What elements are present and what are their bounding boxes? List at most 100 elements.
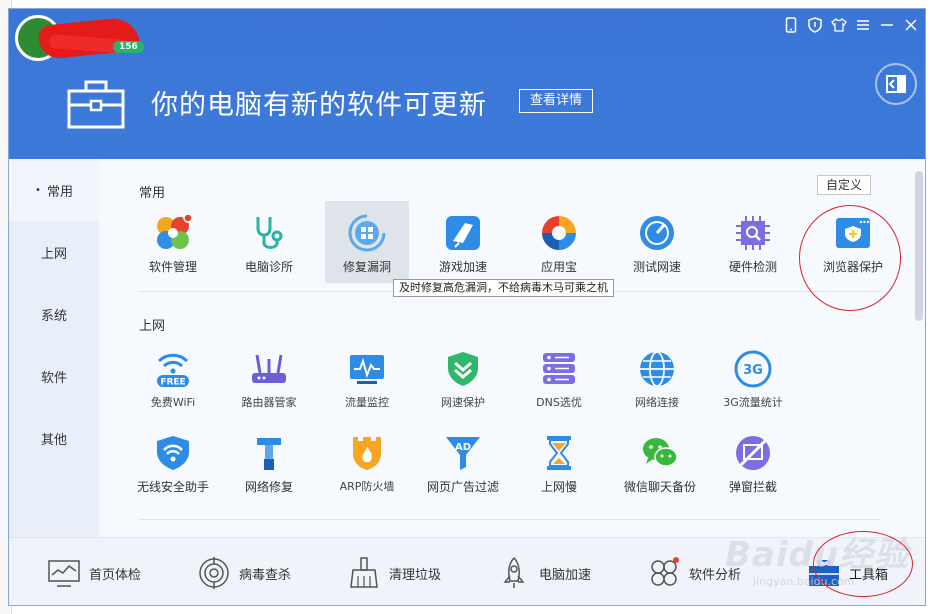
app-store-icon (542, 216, 576, 250)
tool-game-boost[interactable]: 游戏加速 (421, 201, 505, 283)
traffic-monitor-icon (350, 355, 384, 384)
tool-label: 流量监控 (345, 396, 389, 409)
ad-badge: AD (455, 442, 471, 453)
bottom-nav-label: 首页体检 (89, 567, 142, 583)
panel-exit-icon (886, 75, 906, 93)
tool-pc-clinic[interactable]: 电脑诊所 (227, 201, 311, 283)
highlight-circle-browser-protection (799, 205, 901, 311)
tool-label: 3G流量统计 (723, 396, 783, 409)
sidebar-item-software[interactable]: 软件 (9, 345, 99, 407)
tool-arp-firewall[interactable]: ARP防火墙 (325, 421, 409, 503)
tool-label: 修复漏洞 (342, 260, 391, 274)
skin-shirt-icon[interactable] (829, 15, 849, 35)
sidebar-item-system[interactable]: 系统 (9, 283, 99, 345)
tool-label: 网络修复 (244, 480, 293, 494)
tool-label: 微信聊天备份 (623, 480, 696, 494)
tool-label: 弹窗拦截 (728, 480, 777, 494)
router-icon (252, 354, 286, 383)
sidebar-item-label: 其他 (40, 433, 67, 448)
section-divider (139, 519, 881, 520)
sidebar-item-label: 常用 (46, 184, 73, 200)
sidebar-item-common[interactable]: • 常用 (9, 159, 99, 221)
tool-wechat-backup[interactable]: 微信聊天备份 (615, 421, 705, 503)
tool-wireless-security[interactable]: 无线安全助手 (131, 421, 215, 503)
tool-speed-test[interactable]: 测试网速 (615, 201, 699, 283)
puzzle-icon (651, 557, 679, 586)
header-banner: 156 你的电脑有新的软件可更新 查看详情 (9, 9, 925, 159)
bottom-nav-speed-up[interactable]: 电脑加速 (497, 556, 591, 590)
tool-label: 网络连接 (635, 396, 679, 409)
dns-server-icon (543, 353, 575, 384)
rocket-icon (503, 556, 525, 588)
tool-label: 电脑诊所 (244, 260, 293, 274)
tool-label: 软件管理 (148, 260, 197, 274)
tool-speed-protect[interactable]: 网速保护 (421, 337, 505, 419)
section-title-common: 常用 (139, 186, 166, 201)
customize-button[interactable]: 自定义 (817, 175, 872, 195)
tool-software-manager[interactable]: 软件管理 (131, 201, 215, 283)
tool-dns-optimize[interactable]: DNS选优 (517, 337, 601, 419)
view-details-button[interactable]: 查看详情 (519, 89, 594, 113)
3g-icon: 3G (734, 350, 772, 388)
sidebar-item-other[interactable]: 其他 (9, 407, 99, 543)
popup-block-icon (736, 436, 770, 470)
wechat-icon (643, 438, 678, 467)
minimize-icon[interactable] (877, 15, 897, 35)
target-icon (199, 557, 229, 589)
sidebar-item-label: 系统 (40, 308, 67, 324)
bottom-nav-label: 电脑加速 (539, 567, 592, 583)
tool-label: 网速保护 (441, 396, 485, 409)
software-manager-icon (157, 213, 193, 249)
tool-label: 路由器管家 (241, 396, 297, 409)
screen: 156 你的电脑有新的软件可更新 查看详情 • 常用 上网 系统 软件 其他 常… (0, 0, 934, 614)
tool-label: 应用宝 (540, 260, 577, 274)
tool-app-store[interactable]: 应用宝 (517, 201, 601, 283)
menu-icon[interactable] (853, 15, 873, 35)
active-dot-icon: • (35, 184, 41, 196)
sidebar-item-internet[interactable]: 上网 (9, 221, 99, 283)
tool-popup-block[interactable]: 弹窗拦截 (711, 421, 795, 503)
tool-free-wifi[interactable]: FREE 免费WiFi (131, 337, 215, 419)
tool-traffic-monitor[interactable]: 流量监控 (325, 337, 409, 419)
toolbox-banner-icon (67, 80, 125, 129)
tool-label: 无线安全助手 (136, 480, 209, 494)
banner-title: 你的电脑有新的软件可更新 (151, 90, 487, 121)
bottom-nav-virus-scan[interactable]: 病毒查杀 (197, 556, 291, 590)
tool-grid-area: 常用 软件管理 电脑诊所 修复漏洞 游戏加速 应用宝 测试网速 硬件检测 浏览器… (99, 159, 925, 543)
bottom-nav-clean-junk[interactable]: 清理垃圾 (347, 556, 441, 590)
tool-label: 硬件检测 (728, 260, 777, 274)
tool-network-connection[interactable]: 网络连接 (615, 337, 699, 419)
hardware-check-icon (736, 216, 770, 250)
tool-3g-traffic[interactable]: 3G 3G流量统计 (711, 337, 795, 419)
firewall-icon (353, 437, 381, 470)
ad-filter-icon: AD (446, 437, 480, 470)
globe-icon (640, 351, 674, 387)
tool-label: 游戏加速 (438, 260, 487, 274)
tool-label: ARP防火墙 (339, 480, 395, 493)
tool-slow-internet[interactable]: 上网慢 (517, 421, 601, 503)
tool-network-repair[interactable]: 网络修复 (227, 421, 311, 503)
close-icon[interactable] (901, 15, 921, 35)
bottom-nav-home-checkup[interactable]: 首页体检 (47, 556, 141, 590)
speedometer-icon (640, 216, 674, 250)
tool-ad-filter[interactable]: AD 网页广告过滤 (421, 421, 505, 503)
category-sidebar: • 常用 上网 系统 软件 其他 (9, 159, 99, 543)
tool-router-manager[interactable]: 路由器管家 (227, 337, 311, 419)
title-bar-controls (781, 15, 921, 35)
app-window: 156 你的电脑有新的软件可更新 查看详情 • 常用 上网 系统 软件 其他 常… (8, 8, 926, 606)
section-title-internet: 上网 (139, 319, 166, 334)
tooltip: 及时修复高危漏洞，不给病毒木马可乘之机 (393, 279, 614, 297)
highlight-circle-toolbox (813, 531, 913, 597)
shield-icon[interactable] (805, 15, 825, 35)
tool-repair-vulnerability[interactable]: 修复漏洞 (325, 201, 409, 283)
broom-icon (350, 557, 378, 588)
tool-label: DNS选优 (536, 396, 582, 409)
speed-shield-icon (448, 352, 478, 386)
free-badge: FREE (160, 378, 185, 388)
sidebar-toggle-button[interactable] (875, 63, 917, 105)
hammer-icon (257, 438, 281, 470)
scrollbar[interactable] (915, 171, 923, 321)
tool-hardware-check[interactable]: 硬件检测 (711, 201, 795, 283)
monitor-chart-icon (48, 560, 80, 587)
phone-icon[interactable] (781, 15, 801, 35)
